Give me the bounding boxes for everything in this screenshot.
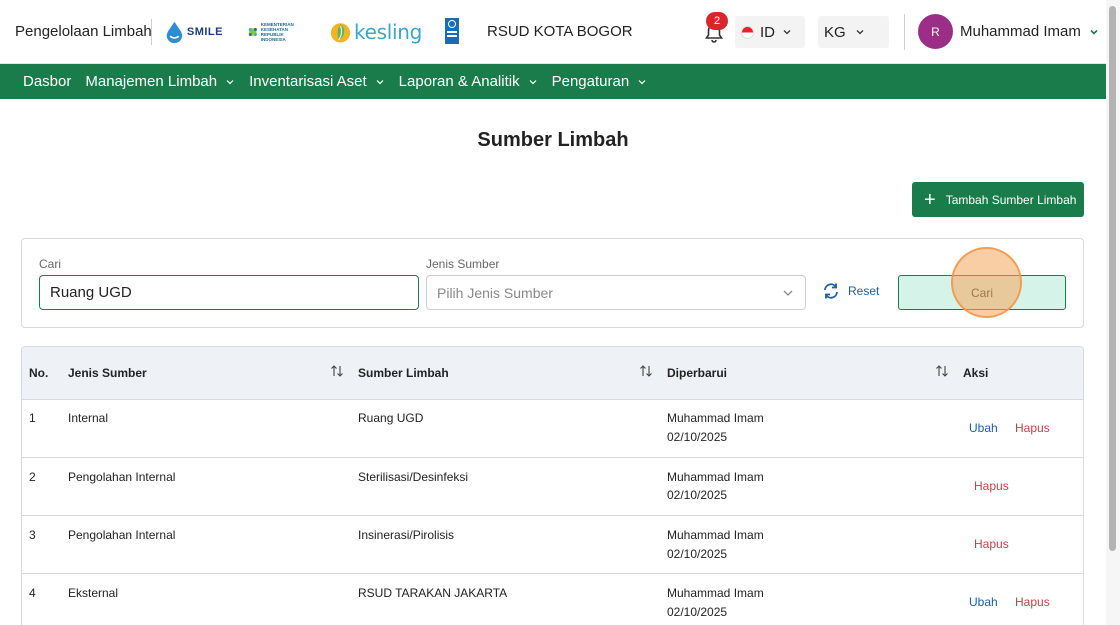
cell-waste-source: Insinerasi/Pirolisis bbox=[358, 528, 455, 542]
sort-icon[interactable] bbox=[639, 363, 653, 379]
nav-item-laporan-analitik[interactable]: Laporan & Analitik bbox=[399, 73, 538, 90]
cell-waste-source: Ruang UGD bbox=[358, 411, 424, 425]
sort-icon[interactable] bbox=[935, 363, 949, 379]
chevron-down-icon bbox=[529, 79, 537, 84]
edit-link[interactable]: Ubah bbox=[969, 593, 998, 612]
header-waste-source: Sumber Limbah bbox=[358, 366, 449, 380]
cell-updated-at: 02/10/2025 bbox=[667, 547, 728, 561]
chevron-down-icon bbox=[1090, 29, 1098, 35]
chevron-down-icon bbox=[856, 30, 864, 35]
smile-logo: SMILE bbox=[165, 18, 223, 46]
table-row: 3 Pengolahan Internal Insinerasi/Pirolis… bbox=[22, 516, 1083, 574]
chevron-down-icon bbox=[783, 30, 791, 35]
search-button[interactable]: Cari bbox=[898, 275, 1066, 310]
add-waste-source-button[interactable]: + Tambah Sumber Limbah bbox=[912, 182, 1084, 217]
header-divider bbox=[904, 14, 905, 50]
reset-button[interactable]: Reset bbox=[822, 282, 879, 300]
delete-link[interactable]: Hapus bbox=[1015, 593, 1050, 612]
plus-icon: + bbox=[924, 188, 936, 211]
language-value: ID bbox=[760, 23, 775, 41]
header-updated: Diperbarui bbox=[667, 366, 728, 380]
cell-source-type: Pengolahan Internal bbox=[68, 528, 176, 542]
header-action: Aksi bbox=[963, 366, 989, 380]
cell-updated-by: Muhammad Imam bbox=[667, 470, 764, 484]
undp-logo bbox=[445, 18, 459, 44]
cell-updated-by: Muhammad Imam bbox=[667, 528, 764, 542]
delete-link[interactable]: Hapus bbox=[974, 477, 1009, 496]
unit-value: KG bbox=[824, 23, 846, 41]
hospital-name: RSUD KOTA BOGOR bbox=[487, 23, 633, 40]
cell-no: 4 bbox=[29, 586, 36, 600]
language-select[interactable]: ID bbox=[735, 16, 805, 48]
nav-item-inventarisasi-aset[interactable]: Inventarisasi Aset bbox=[249, 73, 385, 90]
main-nav: Dasbor Manajemen Limbah Inventarisasi As… bbox=[0, 64, 1106, 99]
cell-updated-by: Muhammad Imam bbox=[667, 411, 764, 425]
cell-no: 1 bbox=[29, 411, 36, 425]
waste-source-table: No. Jenis Sumber Sumber Limbah Diperbaru… bbox=[21, 346, 1084, 625]
cell-updated-at: 02/10/2025 bbox=[667, 430, 728, 444]
chevron-down-icon bbox=[376, 79, 384, 84]
kemenkes-logo: KEMENTERIAN KESEHATAN REPUBLIK INDONESIA bbox=[248, 18, 306, 46]
header-source-type: Jenis Sumber bbox=[68, 366, 147, 380]
user-menu[interactable]: R Muhammad Imam bbox=[918, 14, 1100, 49]
refresh-icon bbox=[824, 283, 838, 299]
unit-select[interactable]: KG bbox=[818, 16, 889, 48]
kesling-logo: kesling bbox=[330, 16, 422, 48]
cell-updated-at: 02/10/2025 bbox=[667, 488, 728, 502]
leaf-drop-icon bbox=[330, 23, 351, 43]
cell-no: 3 bbox=[29, 528, 36, 542]
chevron-down-icon bbox=[638, 79, 646, 84]
table-row: 2 Pengolahan Internal Sterilisasi/Desinf… bbox=[22, 458, 1083, 516]
search-label: Cari bbox=[39, 257, 62, 271]
delete-link[interactable]: Hapus bbox=[1015, 419, 1050, 438]
chevron-down-icon bbox=[226, 79, 234, 84]
header-no: No. bbox=[29, 366, 49, 380]
table-row: 1 Internal Ruang UGD Muhammad Imam 02/10… bbox=[22, 400, 1083, 458]
avatar: R bbox=[918, 14, 953, 49]
cell-updated-by: Muhammad Imam bbox=[667, 586, 764, 600]
nav-item-pengaturan[interactable]: Pengaturan bbox=[552, 73, 648, 90]
nav-item-manajemen-limbah[interactable]: Manajemen Limbah bbox=[85, 73, 235, 90]
table-row: 4 Eksternal RSUD TARAKAN JAKARTA Muhamma… bbox=[22, 574, 1083, 625]
page-scrollbar[interactable] bbox=[1106, 0, 1120, 625]
user-name: Muhammad Imam bbox=[960, 23, 1081, 40]
cell-waste-source: Sterilisasi/Desinfeksi bbox=[358, 470, 469, 484]
source-type-label: Jenis Sumber bbox=[426, 257, 500, 271]
kemenkes-emblem-icon bbox=[248, 27, 257, 37]
top-header: Pengelolaan Limbah SMILE KEMENTERIAN KES… bbox=[0, 0, 1106, 64]
table-header: No. Jenis Sumber Sumber Limbah Diperbaru… bbox=[22, 347, 1083, 400]
cell-updated-at: 02/10/2025 bbox=[667, 605, 728, 619]
source-type-placeholder: Pilih Jenis Sumber bbox=[437, 284, 553, 301]
sort-icon[interactable] bbox=[330, 363, 344, 379]
edit-link[interactable]: Ubah bbox=[969, 419, 998, 438]
cell-source-type: Eksternal bbox=[68, 586, 119, 600]
app-title: Pengelolaan Limbah bbox=[15, 23, 152, 40]
cell-waste-source: RSUD TARAKAN JAKARTA bbox=[358, 586, 508, 600]
indonesia-flag-icon bbox=[741, 25, 754, 39]
header-divider bbox=[151, 19, 152, 45]
search-input[interactable] bbox=[39, 275, 419, 310]
chevron-down-icon bbox=[783, 290, 793, 296]
page-title: Sumber Limbah bbox=[477, 129, 629, 151]
source-type-select[interactable]: Pilih Jenis Sumber bbox=[426, 275, 806, 310]
scrollbar-thumb[interactable] bbox=[1109, 6, 1116, 551]
nav-item-dasbor[interactable]: Dasbor bbox=[23, 73, 71, 90]
delete-link[interactable]: Hapus bbox=[974, 535, 1009, 554]
water-drop-icon bbox=[166, 21, 183, 44]
notification-badge: 2 bbox=[706, 12, 728, 30]
cell-no: 2 bbox=[29, 470, 36, 484]
cell-source-type: Pengolahan Internal bbox=[68, 470, 176, 484]
cell-source-type: Internal bbox=[68, 411, 109, 425]
